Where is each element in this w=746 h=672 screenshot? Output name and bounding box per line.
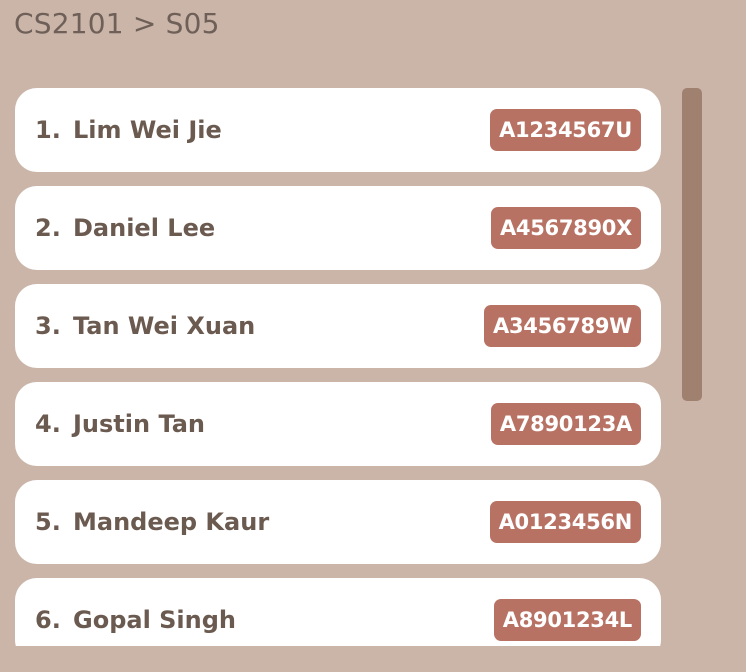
student-name: Tan Wei Xuan — [73, 312, 256, 340]
student-name: Lim Wei Jie — [73, 116, 222, 144]
student-name: Gopal Singh — [73, 606, 237, 634]
student-id-badge: A8901234L — [493, 599, 641, 641]
student-id-badge: A0123456N — [489, 501, 641, 543]
scrollbar[interactable] — [682, 88, 702, 646]
student-index: 3. — [35, 312, 61, 340]
student-list-viewport[interactable]: 1. Lim Wei Jie A1234567U 2. Daniel Lee A… — [0, 88, 670, 646]
student-list: 1. Lim Wei Jie A1234567U 2. Daniel Lee A… — [15, 88, 661, 646]
breadcrumb: CS2101 > S05 — [14, 7, 220, 40]
student-id-badge: A3456789W — [484, 305, 641, 347]
student-id-badge: A7890123A — [490, 403, 641, 445]
student-id-badge: A4567890X — [490, 207, 641, 249]
scrollbar-thumb[interactable] — [682, 88, 702, 401]
student-index: 6. — [35, 606, 61, 634]
student-index: 1. — [35, 116, 61, 144]
student-name: Daniel Lee — [73, 214, 216, 242]
student-index: 2. — [35, 214, 61, 242]
list-item[interactable]: 2. Daniel Lee A4567890X — [15, 186, 661, 270]
list-item[interactable]: 5. Mandeep Kaur A0123456N — [15, 480, 661, 564]
list-item[interactable]: 1. Lim Wei Jie A1234567U — [15, 88, 661, 172]
student-name: Justin Tan — [73, 410, 205, 438]
list-item[interactable]: 4. Justin Tan A7890123A — [15, 382, 661, 466]
student-name: Mandeep Kaur — [73, 508, 270, 536]
list-item[interactable]: 6. Gopal Singh A8901234L — [15, 578, 661, 646]
list-item[interactable]: 3. Tan Wei Xuan A3456789W — [15, 284, 661, 368]
student-index: 4. — [35, 410, 61, 438]
student-id-badge: A1234567U — [490, 109, 641, 151]
student-index: 5. — [35, 508, 61, 536]
